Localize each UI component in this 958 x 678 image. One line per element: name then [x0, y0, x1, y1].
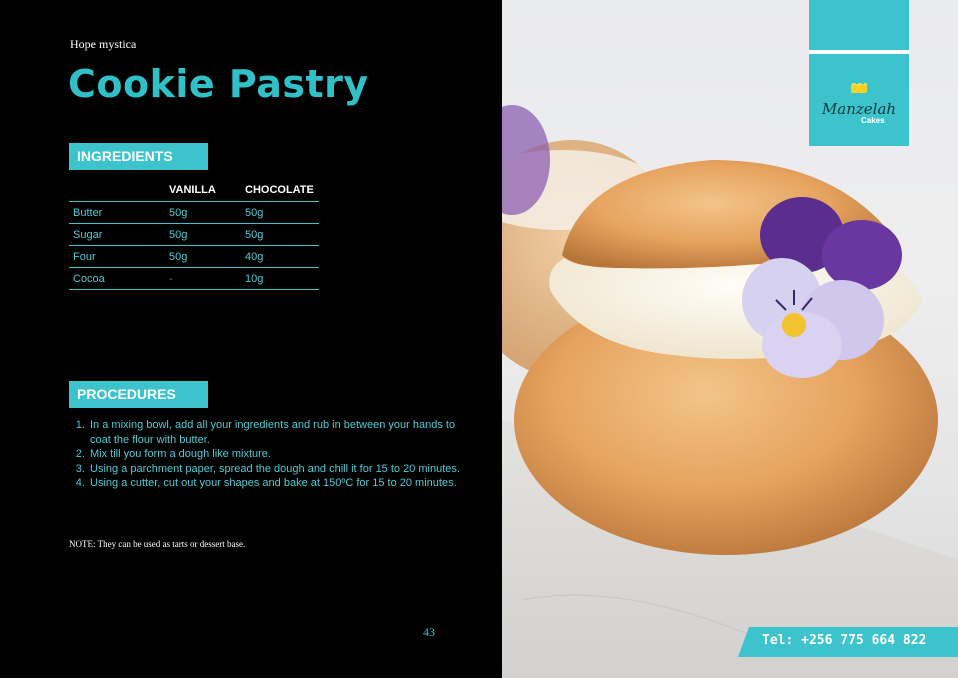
column-header [69, 181, 165, 202]
author-name: Hope mystica [70, 37, 137, 51]
vanilla-amount: 50g [165, 201, 241, 224]
procedure-steps: In a mixing bowl, add all your ingredien… [69, 418, 468, 491]
ingredients-heading: INGREDIENTS [69, 143, 208, 170]
table-row: Cocoa - 10g [69, 267, 319, 290]
table-row: Butter 50g 50g [69, 201, 319, 224]
cake-icon [851, 83, 867, 93]
list-item: Using a cutter, cut out your shapes and … [88, 476, 468, 491]
recipe-title: Cookie Pastry [68, 62, 369, 106]
table-row: Sugar 50g 50g [69, 223, 319, 246]
procedures-heading: PROCEDURES [69, 381, 208, 408]
chocolate-amount: 40g [241, 245, 319, 268]
logo-name: Manzelah [821, 100, 897, 118]
table-row: Four 50g 40g [69, 245, 319, 268]
vanilla-amount: 50g [165, 245, 241, 268]
ingredient-name: Four [69, 245, 165, 268]
chocolate-amount: 50g [241, 201, 319, 224]
recipe-note: NOTE: They can be used as tarts or desse… [69, 539, 246, 549]
ingredients-table: VANILLA CHOCOLATE Butter 50g 50g Sugar 5… [69, 181, 319, 290]
ingredient-name: Sugar [69, 223, 165, 246]
ingredient-name: Cocoa [69, 267, 165, 290]
list-item: Mix till you form a dough like mixture. [88, 447, 468, 462]
brand-logo: Manzelah Cakes [809, 54, 909, 146]
list-item: In a mixing bowl, add all your ingredien… [88, 418, 468, 447]
chocolate-amount: 10g [241, 267, 319, 290]
vanilla-amount: 50g [165, 223, 241, 246]
page-number: 43 [423, 625, 435, 639]
recipe-panel: Hope mystica Cookie Pastry INGREDIENTS V… [0, 0, 502, 678]
ingredient-name: Butter [69, 201, 165, 224]
phone-number: Tel: +256 775 664 822 [762, 633, 927, 648]
chocolate-amount: 50g [241, 223, 319, 246]
list-item: Using a parchment paper, spread the doug… [88, 462, 468, 477]
logo-ribbon [809, 0, 909, 50]
column-header-chocolate: CHOCOLATE [245, 184, 314, 196]
table-header-row: VANILLA CHOCOLATE [69, 181, 319, 202]
recipe-page: Hope mystica Cookie Pastry INGREDIENTS V… [0, 0, 958, 678]
column-header-vanilla: VANILLA [169, 184, 216, 196]
vanilla-amount: - [165, 267, 241, 290]
photo-panel: Manzelah Cakes Tel: +256 775 664 822 [502, 0, 958, 678]
logo-subtitle: Cakes [861, 116, 885, 125]
